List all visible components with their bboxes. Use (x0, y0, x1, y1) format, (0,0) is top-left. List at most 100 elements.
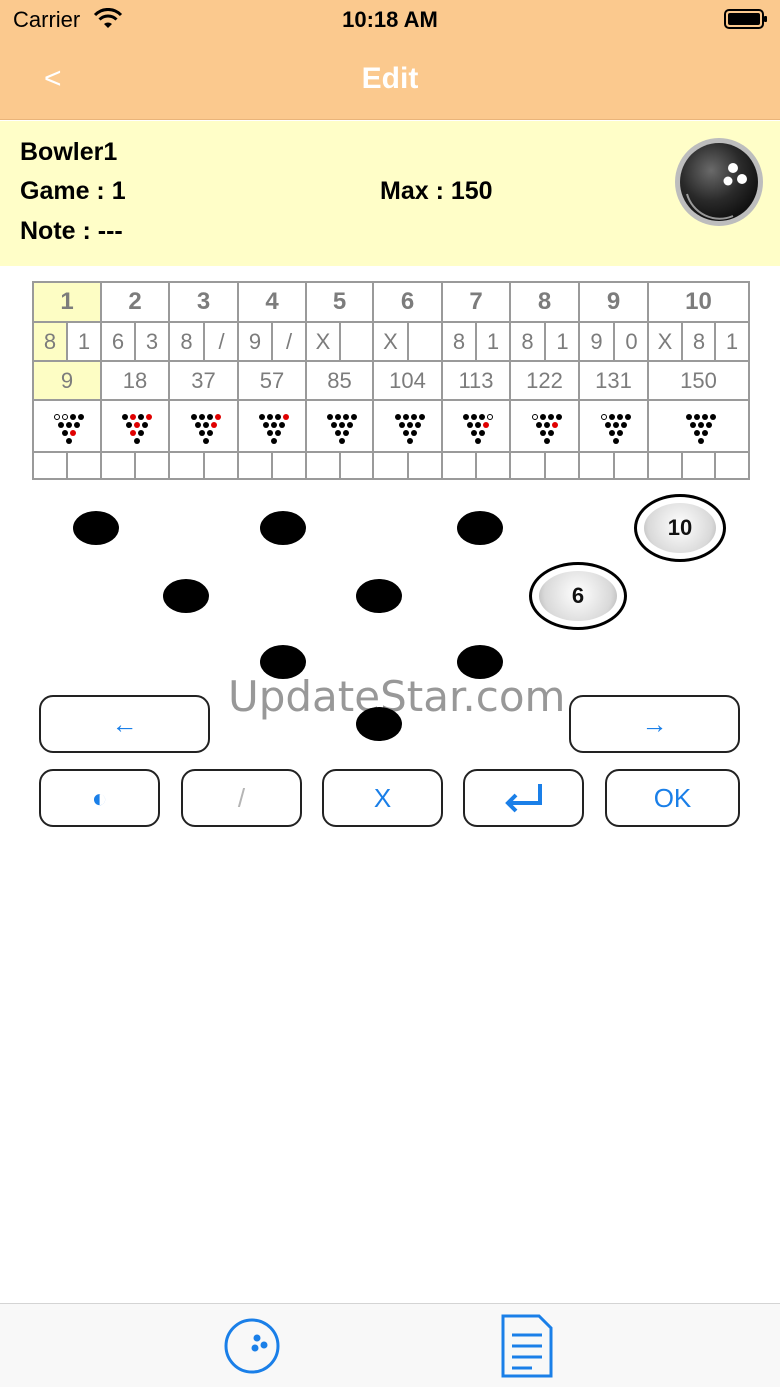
pin-dot (122, 414, 128, 420)
frame-footer-cell (203, 451, 240, 480)
bowling-ball-tab-icon[interactable] (223, 1317, 281, 1375)
pin-dot (697, 422, 704, 428)
pin-dot (406, 438, 413, 444)
roll-cell[interactable]: X (305, 321, 341, 362)
pin-3[interactable] (457, 645, 503, 679)
previous-frame-button[interactable]: ← (39, 695, 210, 753)
roll-cell[interactable]: 9 (237, 321, 273, 362)
frame-number: 10 (647, 281, 750, 323)
bowler-name: Bowler1 (20, 138, 118, 166)
pin-4[interactable] (163, 579, 209, 613)
roll-cell[interactable]: 8 (168, 321, 205, 362)
pin-dot (410, 430, 417, 436)
pin-dot (275, 430, 281, 436)
spare-button[interactable]: / (181, 769, 302, 827)
game-info-panel: Bowler1 Game : 1 Max : 150 Note : --- (0, 121, 780, 266)
pin-dot (701, 414, 708, 420)
pin-5[interactable] (356, 579, 402, 613)
frame-total: 9 (32, 360, 102, 401)
roll-cell[interactable]: 8 (509, 321, 546, 362)
roll-cell[interactable]: 1 (714, 321, 750, 362)
pin-dot (410, 414, 417, 420)
pin-dot (475, 438, 481, 444)
pin-dot (616, 430, 623, 436)
pin-7[interactable] (73, 511, 119, 545)
frame-footer-cell (100, 451, 136, 480)
pin-dot (701, 430, 708, 436)
pin-dot (190, 414, 197, 420)
frame-footer-cell (441, 451, 477, 480)
enter-button[interactable] (463, 769, 584, 827)
pin-dot (620, 422, 627, 428)
frame-number: 4 (237, 281, 307, 323)
roll-cell[interactable]: 8 (441, 321, 477, 362)
pin-dot (206, 430, 213, 436)
pin-diagram (237, 399, 307, 453)
frame-number: 3 (168, 281, 239, 323)
document-tab-icon[interactable] (499, 1313, 555, 1379)
pin-dot (414, 422, 421, 428)
roll-cell[interactable]: X (647, 321, 683, 362)
pin-2[interactable] (260, 645, 306, 679)
frame-footer-cell (168, 451, 205, 480)
pin-diagram (32, 399, 102, 453)
frame-total: 37 (168, 360, 239, 401)
ok-button[interactable]: OK (605, 769, 740, 827)
roll-cell[interactable]: 1 (475, 321, 511, 362)
pin-diagram (100, 399, 170, 453)
frame-total: 113 (441, 360, 511, 401)
strike-button[interactable]: X (322, 769, 443, 827)
roll-cell[interactable]: 9 (578, 321, 615, 362)
pin-dot (338, 422, 345, 428)
pin-diagram (168, 399, 239, 453)
roll-cell[interactable]: / (203, 321, 240, 362)
pin-6-standing[interactable]: 6 (529, 562, 627, 630)
roll-cell[interactable]: 8 (32, 321, 68, 362)
pin-dot (66, 422, 72, 428)
pin-dot (693, 414, 700, 420)
roll-cell[interactable] (407, 321, 444, 362)
frame-footer-cell (714, 451, 750, 480)
pin-1[interactable] (356, 707, 402, 741)
roll-cell[interactable]: 1 (66, 321, 102, 362)
pin-dot (206, 414, 213, 420)
roll-cell[interactable]: 1 (544, 321, 581, 362)
frame-footer-cell (647, 451, 683, 480)
split-toggle-button[interactable]: ◐ (39, 769, 160, 827)
game-number: Game : 1 (20, 177, 126, 205)
roll-cell[interactable]: 3 (134, 321, 170, 362)
pin-dot (402, 430, 409, 436)
pin-dot (126, 422, 132, 428)
pin-dot (194, 422, 201, 428)
pin-10-standing[interactable]: 10 (634, 494, 726, 562)
next-frame-button[interactable]: → (569, 695, 740, 753)
bowling-ball-icon[interactable] (673, 136, 765, 228)
pin-diagram (372, 399, 443, 453)
pin-diagram (509, 399, 580, 453)
pin-dot (475, 422, 481, 428)
roll-cell[interactable]: X (372, 321, 409, 362)
pin-dot (346, 422, 353, 428)
enter-icon (504, 784, 542, 813)
pin-dot (214, 414, 221, 420)
frame-number: 9 (578, 281, 649, 323)
pin-8[interactable] (260, 511, 306, 545)
back-button[interactable]: < (44, 62, 62, 96)
score-sheet: 1 8 1 9 2 6 3 18 3 8/37 4 9/57 5 X 85 6 X 104 7 8 1 113 8 8 1 122… (32, 281, 750, 480)
pin-9[interactable] (457, 511, 503, 545)
frame-footer-cell (613, 451, 650, 480)
pin-dot (398, 422, 405, 428)
pin-dot (689, 422, 696, 428)
roll-cell[interactable] (339, 321, 375, 362)
pin-dot (142, 422, 148, 428)
pin-dot (547, 430, 554, 436)
pin-dot (54, 414, 60, 420)
frame-footer-cell (372, 451, 409, 480)
pin-dot (70, 414, 76, 420)
roll-cell[interactable]: 6 (100, 321, 136, 362)
roll-cell[interactable]: / (271, 321, 307, 362)
roll-cell[interactable]: 8 (681, 321, 717, 362)
frame-total: 122 (509, 360, 580, 401)
roll-cell[interactable]: 0 (613, 321, 650, 362)
pin-dot (487, 414, 493, 420)
